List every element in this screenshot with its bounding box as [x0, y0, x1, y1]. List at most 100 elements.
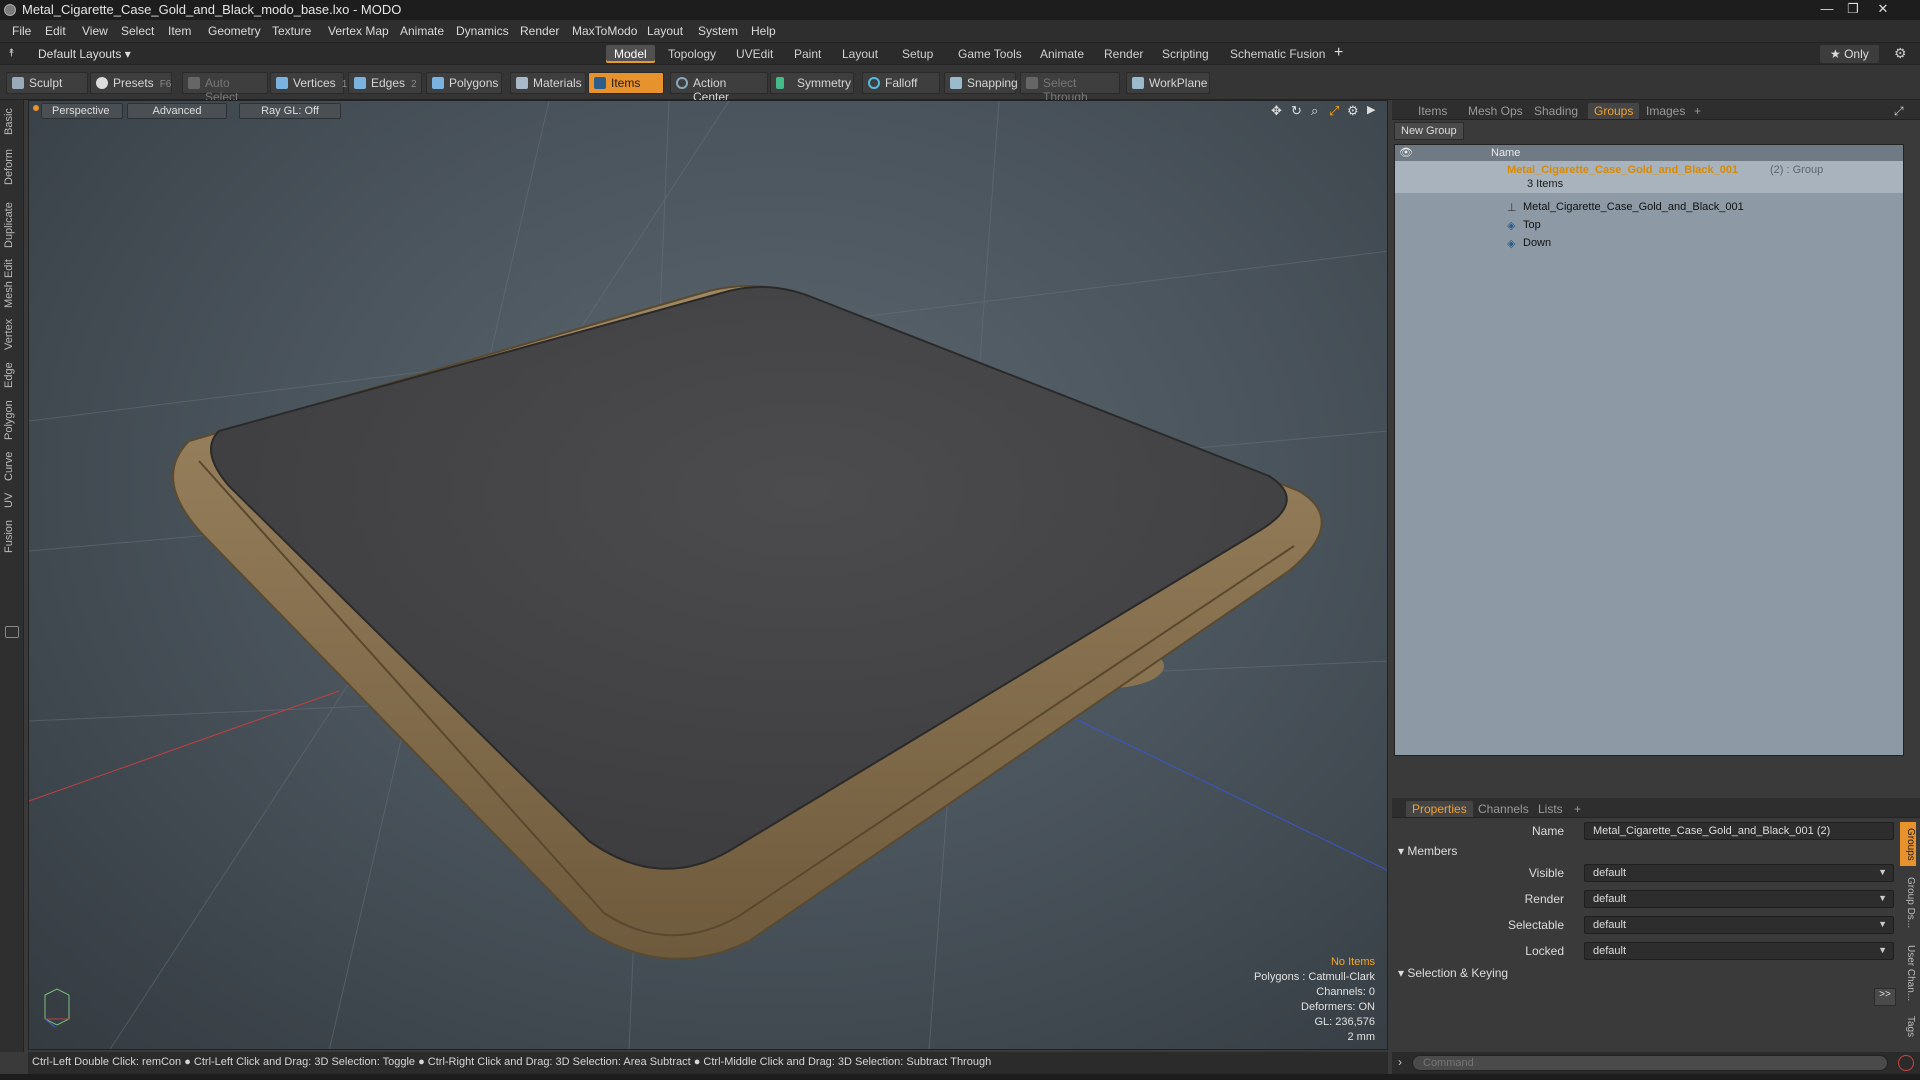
- gear-icon[interactable]: ⚙: [1894, 45, 1907, 62]
- name-column-header[interactable]: Name: [1491, 147, 1520, 159]
- viewport-expand-icon[interactable]: ▶: [1367, 103, 1375, 116]
- add-tab-icon[interactable]: +: [1334, 44, 1343, 62]
- only-button[interactable]: ★ Only: [1820, 45, 1879, 63]
- auto-select-button[interactable]: Auto Select: [182, 72, 268, 104]
- select-through-button[interactable]: Select Through: [1020, 72, 1120, 104]
- edges-button[interactable]: Edges 2: [348, 72, 422, 94]
- visible-select[interactable]: default: [1584, 864, 1894, 882]
- add-props-tab-icon[interactable]: +: [1568, 801, 1587, 817]
- menu-texture[interactable]: Texture: [272, 24, 311, 38]
- tab-topology[interactable]: Topology: [660, 45, 724, 63]
- menu-render[interactable]: Render: [520, 24, 559, 38]
- shading-mode-button[interactable]: Advanced: [127, 103, 227, 119]
- zoom-icon[interactable]: ⌕: [1311, 103, 1318, 119]
- vtab-fusion[interactable]: Fusion: [3, 516, 21, 556]
- tab-paint[interactable]: Paint: [786, 45, 829, 63]
- items-button[interactable]: Items: [588, 72, 664, 94]
- group-name-input[interactable]: Metal_Cigarette_Case_Gold_and_Black_001 …: [1584, 822, 1894, 840]
- menu-view[interactable]: View: [82, 24, 108, 38]
- group-child-top[interactable]: ◈ Top: [1395, 217, 1903, 235]
- more-options-button[interactable]: >>: [1874, 988, 1896, 1006]
- selectable-select[interactable]: default: [1584, 916, 1894, 934]
- group-child-down[interactable]: ◈ Down: [1395, 235, 1903, 253]
- tab-items[interactable]: Items: [1412, 103, 1453, 119]
- tab-lists[interactable]: Lists: [1532, 801, 1569, 817]
- layout-preset-dropdown[interactable]: Default Layouts ▾: [38, 47, 131, 61]
- tab-channels[interactable]: Channels: [1472, 801, 1535, 817]
- materials-button[interactable]: Materials: [510, 72, 586, 94]
- action-center-button[interactable]: Action Center: [670, 72, 768, 104]
- falloff-button[interactable]: Falloff: [862, 72, 940, 94]
- vtab-duplicate[interactable]: Duplicate: [3, 196, 21, 254]
- maximize-viewport-icon[interactable]: ⤢: [1329, 103, 1339, 119]
- members-section[interactable]: ▾ Members: [1398, 844, 1457, 858]
- vtab-polygon[interactable]: Polygon: [3, 396, 21, 444]
- tab-setup[interactable]: Setup: [894, 45, 941, 63]
- layout-collapse-icon[interactable]: ⯭: [8, 47, 15, 60]
- tab-game-tools[interactable]: Game Tools: [950, 45, 1030, 63]
- tab-groups[interactable]: Groups: [1588, 103, 1640, 119]
- tab-layout[interactable]: Layout: [834, 45, 886, 63]
- vtab-deform[interactable]: Deform: [3, 144, 21, 190]
- tab-scripting[interactable]: Scripting: [1154, 45, 1217, 63]
- menu-file[interactable]: File: [12, 24, 31, 38]
- panel-expand-icon[interactable]: ⤢: [1888, 103, 1910, 120]
- polygons-button[interactable]: Polygons: [426, 72, 502, 94]
- sidetab-user-chan[interactable]: User Chan...: [1900, 940, 1916, 1006]
- pan-icon[interactable]: ✥: [1271, 103, 1282, 119]
- tab-render[interactable]: Render: [1096, 45, 1151, 63]
- sidetab-group-ds[interactable]: Group Ds...: [1900, 870, 1916, 936]
- vtab-curve[interactable]: Curve: [3, 448, 21, 484]
- menu-help[interactable]: Help: [751, 24, 776, 38]
- tab-model[interactable]: Model: [606, 45, 655, 63]
- symmetry-button[interactable]: Symmetry: [770, 72, 854, 94]
- render-select[interactable]: default: [1584, 890, 1894, 908]
- view-mode-button[interactable]: Perspective: [41, 103, 123, 119]
- vtab-edge[interactable]: Edge: [3, 358, 21, 392]
- menu-item[interactable]: Item: [168, 24, 191, 38]
- workplane-button[interactable]: WorkPlane: [1126, 72, 1210, 94]
- sidetab-groups[interactable]: Groups: [1900, 822, 1916, 866]
- tab-images[interactable]: Images: [1640, 103, 1691, 119]
- vertices-button[interactable]: Vertices 1: [270, 72, 347, 94]
- snapping-button[interactable]: Snapping: [944, 72, 1018, 94]
- add-panel-tab-icon[interactable]: +: [1688, 103, 1707, 119]
- tab-properties[interactable]: Properties: [1406, 801, 1473, 817]
- close-icon[interactable]: ✕: [1870, 1, 1896, 17]
- raygl-button[interactable]: Ray GL: Off: [239, 103, 341, 119]
- menu-maxtomodo[interactable]: MaxToModo: [572, 24, 637, 38]
- tab-shading[interactable]: Shading: [1528, 103, 1584, 119]
- locked-select[interactable]: default: [1584, 942, 1894, 960]
- tab-mesh-ops[interactable]: Mesh Ops: [1462, 103, 1529, 119]
- menu-geometry[interactable]: Geometry: [208, 24, 261, 38]
- rotate-icon[interactable]: ↻: [1291, 103, 1302, 119]
- sidetab-tags[interactable]: Tags: [1900, 1010, 1916, 1044]
- menu-dynamics[interactable]: Dynamics: [456, 24, 509, 38]
- menu-layout[interactable]: Layout: [647, 24, 683, 38]
- tab-animate[interactable]: Animate: [1032, 45, 1092, 63]
- 3d-viewport[interactable]: Perspective Advanced Ray GL: Off ✥ ↻ ⌕ ⤢…: [28, 100, 1388, 1050]
- viewport-settings-icon[interactable]: ⚙: [1347, 103, 1359, 119]
- menu-system[interactable]: System: [698, 24, 738, 38]
- group-row-root[interactable]: Metal_Cigarette_Case_Gold_and_Black_001 …: [1395, 161, 1903, 193]
- vtab-basic[interactable]: Basic: [3, 104, 21, 140]
- menu-select[interactable]: Select: [121, 24, 154, 38]
- tab-schematic-fusion[interactable]: Schematic Fusion: [1222, 45, 1333, 63]
- viewport-menu-icon[interactable]: [33, 105, 39, 111]
- vtab-vertex[interactable]: Vertex: [3, 314, 21, 354]
- panel-toggle-icon[interactable]: [5, 626, 19, 638]
- command-input[interactable]: [1412, 1055, 1888, 1071]
- group-child-mesh[interactable]: ⊥ Metal_Cigarette_Case_Gold_and_Black_00…: [1395, 199, 1903, 217]
- new-group-button[interactable]: New Group: [1394, 122, 1464, 140]
- command-history-icon[interactable]: [1898, 1055, 1914, 1071]
- vtab-mesh-edit[interactable]: Mesh Edit: [3, 258, 21, 310]
- selection-keying-section[interactable]: ▾ Selection & Keying: [1398, 966, 1508, 980]
- menu-vertex-map[interactable]: Vertex Map: [328, 24, 389, 38]
- menu-edit[interactable]: Edit: [45, 24, 66, 38]
- minimize-icon[interactable]: —: [1814, 1, 1840, 17]
- maximize-icon[interactable]: ❐: [1840, 1, 1866, 17]
- menu-animate[interactable]: Animate: [400, 24, 444, 38]
- presets-button[interactable]: Presets F6: [90, 72, 172, 94]
- tab-uvedit[interactable]: UVEdit: [728, 45, 781, 63]
- sculpt-button[interactable]: Sculpt: [6, 72, 88, 94]
